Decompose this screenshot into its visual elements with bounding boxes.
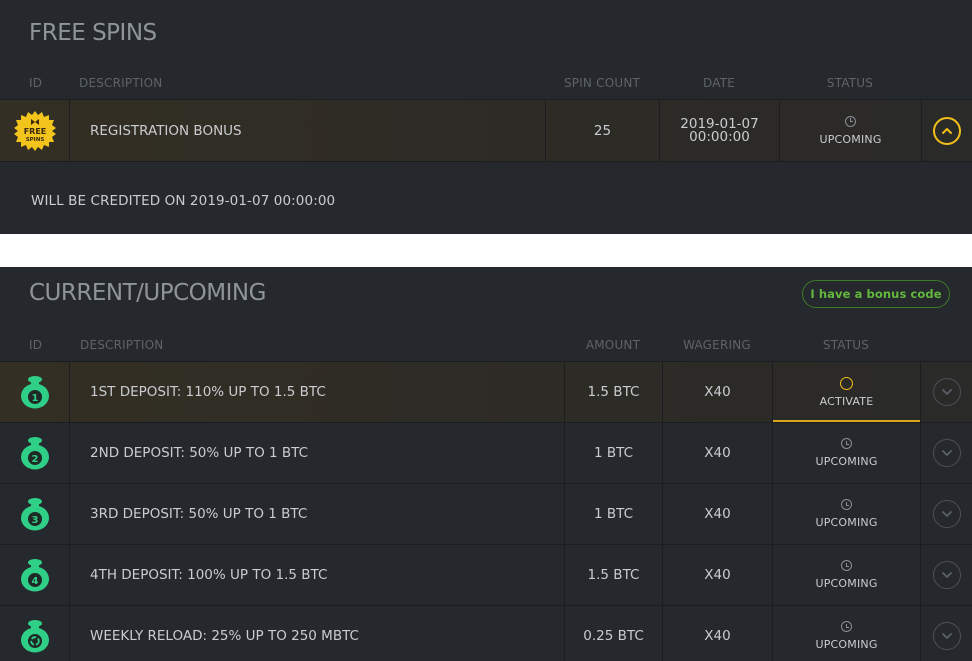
bonus-status: UPCOMING [772, 606, 920, 661]
bonus-status-label: UPCOMING [815, 516, 878, 529]
clock-icon [841, 438, 852, 449]
clock-icon [841, 621, 852, 632]
chevron-down-icon[interactable] [932, 378, 961, 406]
col-header-description: DESCRIPTION [79, 76, 163, 90]
row-toggle-cell [920, 423, 972, 483]
reload-bag-icon [0, 606, 69, 661]
bonus-status-label: UPCOMING [815, 577, 878, 590]
bonus-description: 3RD DEPOSIT: 50% UP TO 1 BTC [69, 484, 564, 544]
bonus-status: UPCOMING [772, 423, 920, 483]
free-spins-panel: FREE SPINS ID DESCRIPTION SPIN COUNT DAT… [0, 0, 972, 234]
svg-text:2: 2 [31, 454, 38, 465]
bonus-amount: 1 BTC [564, 484, 662, 544]
bonus-row[interactable]: 2 2ND DEPOSIT: 50% UP TO 1 BTC 1 BTC X40… [0, 422, 972, 483]
free-spins-badge-icon: FREE SPINS [0, 100, 69, 161]
col-header-id: ID [29, 76, 43, 90]
bonus-status: UPCOMING [772, 545, 920, 605]
bonus-amount: 1.5 BTC [564, 545, 662, 605]
clock-icon [845, 115, 856, 127]
free-spins-toggle-cell [921, 100, 972, 161]
free-spins-status: UPCOMING [779, 100, 921, 161]
svg-text:1: 1 [31, 393, 38, 404]
col-header-amount: AMOUNT [585, 338, 641, 352]
col-header-status: STATUS [822, 338, 870, 352]
col-header-id: ID [29, 338, 43, 352]
row-toggle-cell [920, 484, 972, 544]
clock-icon [841, 499, 852, 510]
bonus-row[interactable]: 3 3RD DEPOSIT: 50% UP TO 1 BTC 1 BTC X40… [0, 483, 972, 544]
bonus-wagering: X40 [662, 606, 772, 661]
activate-button[interactable]: ACTIVATE [772, 362, 920, 422]
money-bag-icon: 3 [0, 484, 69, 544]
bonus-amount: 0.25 BTC [564, 606, 662, 661]
current-upcoming-title: CURRENT/UPCOMING [29, 280, 266, 306]
free-spins-description: REGISTRATION BONUS [69, 100, 545, 161]
free-spins-status-label: UPCOMING [819, 132, 882, 146]
chevron-down-icon[interactable] [932, 500, 961, 528]
bonus-code-button[interactable]: I have a bonus code [802, 280, 950, 308]
bonus-description: WEEKLY RELOAD: 25% UP TO 250 MBTC [69, 606, 564, 661]
bonus-wagering: X40 [662, 362, 772, 422]
bonus-row[interactable]: 4 4TH DEPOSIT: 100% UP TO 1.5 BTC 1.5 BT… [0, 544, 972, 605]
row-toggle-cell [920, 606, 972, 661]
col-header-description: DESCRIPTION [80, 338, 164, 352]
chevron-down-icon[interactable] [932, 439, 961, 467]
chevron-down-icon[interactable] [932, 561, 961, 589]
free-spins-date: 2019-01-07 00:00:00 [659, 100, 779, 161]
free-spins-title: FREE SPINS [29, 20, 157, 46]
bonus-wagering: X40 [662, 423, 772, 483]
bonus-row[interactable]: WEEKLY RELOAD: 25% UP TO 250 MBTC 0.25 B… [0, 605, 972, 661]
bonus-amount: 1 BTC [564, 423, 662, 483]
row-toggle-cell [920, 362, 972, 422]
svg-text:FREE: FREE [23, 127, 46, 136]
bonus-row[interactable]: 1 1ST DEPOSIT: 110% UP TO 1.5 BTC 1.5 BT… [0, 361, 972, 422]
credit-note: WILL BE CREDITED ON 2019-01-07 00:00:00 [31, 193, 336, 209]
bonus-wagering: X40 [662, 484, 772, 544]
money-bag-icon: 1 [0, 362, 69, 422]
col-header-wagering: WAGERING [683, 338, 751, 352]
svg-text:4: 4 [31, 576, 38, 587]
col-header-spin-count: SPIN COUNT [563, 76, 641, 90]
bonus-status: UPCOMING [772, 484, 920, 544]
svg-text:3: 3 [31, 515, 38, 526]
bonus-status-label: ACTIVATE [819, 394, 874, 408]
money-bag-icon: 2 [0, 423, 69, 483]
clock-icon [841, 560, 852, 571]
bonus-amount: 1.5 BTC [564, 362, 662, 422]
svg-text:SPINS: SPINS [25, 137, 44, 143]
chevron-down-icon[interactable] [932, 622, 961, 650]
bonus-description: 1ST DEPOSIT: 110% UP TO 1.5 BTC [69, 362, 564, 422]
chevron-up-icon[interactable] [933, 116, 961, 145]
col-header-status: STATUS [826, 76, 874, 90]
activate-circle-icon [840, 376, 853, 390]
bonus-description: 4TH DEPOSIT: 100% UP TO 1.5 BTC [69, 545, 564, 605]
free-spins-count: 25 [545, 100, 659, 161]
money-bag-icon: 4 [0, 545, 69, 605]
current-upcoming-panel: CURRENT/UPCOMING I have a bonus code ID … [0, 267, 972, 661]
bonus-status-label: UPCOMING [815, 638, 878, 651]
free-spins-row[interactable]: FREE SPINS REGISTRATION BONUS 25 2019-01… [0, 99, 972, 162]
col-header-date: DATE [702, 76, 736, 90]
bonus-description: 2ND DEPOSIT: 50% UP TO 1 BTC [69, 423, 564, 483]
free-spins-date-time: 00:00:00 [689, 128, 750, 145]
row-toggle-cell [920, 545, 972, 605]
bonus-wagering: X40 [662, 545, 772, 605]
bonus-status-label: UPCOMING [815, 455, 878, 468]
